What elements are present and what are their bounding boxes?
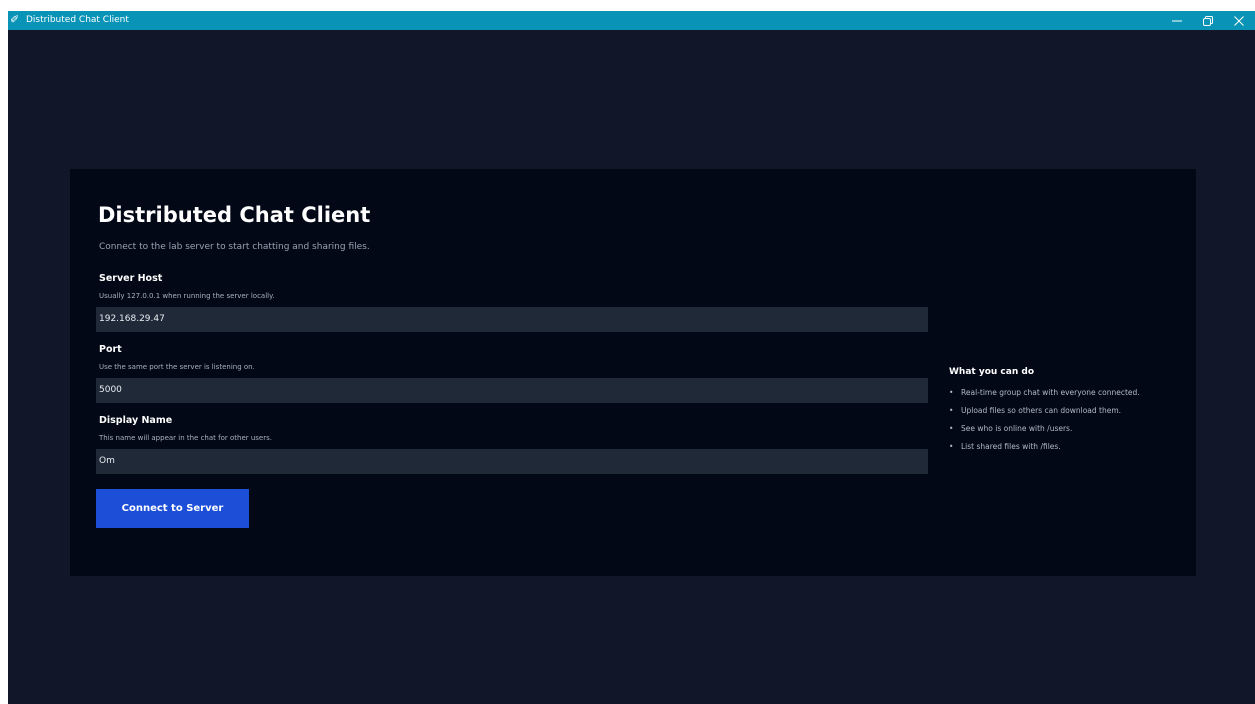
info-title: What you can do — [949, 367, 1035, 377]
title-bar[interactable]: ✐ Distributed Chat Client — [8, 11, 1255, 30]
display-name-label: Display Name — [99, 415, 173, 426]
list-item: • See who is online with /users. — [949, 423, 1140, 441]
connect-button[interactable]: Connect to Server — [96, 489, 249, 528]
feature-list: • Real-time group chat with everyone conn… — [949, 387, 1140, 459]
server-host-label: Server Host — [99, 273, 163, 284]
minimize-icon — [1172, 20, 1182, 21]
bullet-icon: • — [949, 442, 954, 451]
app-window: ✐ Distributed Chat Client Distributed Ch… — [8, 11, 1255, 704]
list-item-text: Real-time group chat with everyone conne… — [961, 388, 1140, 397]
list-item: • Upload files so others can download the… — [949, 405, 1140, 423]
restore-icon — [1203, 15, 1213, 26]
connect-card: Distributed Chat Client Connect to the l… — [70, 169, 1196, 576]
port-input[interactable] — [96, 378, 928, 403]
list-item-text: List shared files with /files. — [961, 442, 1061, 451]
server-host-input[interactable] — [96, 307, 928, 332]
list-item: • List shared files with /files. — [949, 441, 1140, 459]
bullet-icon: • — [949, 424, 954, 433]
minimize-button[interactable] — [1162, 11, 1192, 30]
bullet-icon: • — [949, 388, 954, 397]
feather-icon: ✐ — [10, 13, 20, 26]
list-item-text: See who is online with /users. — [961, 424, 1073, 433]
bullet-icon: • — [949, 406, 954, 415]
display-name-help: This name will appear in the chat for ot… — [99, 434, 272, 442]
restore-button[interactable] — [1193, 11, 1223, 30]
close-button[interactable] — [1224, 11, 1254, 30]
port-label: Port — [99, 344, 122, 355]
list-item: • Real-time group chat with everyone conn… — [949, 387, 1140, 405]
display-name-input[interactable] — [96, 449, 928, 474]
port-help: Use the same port the server is listenin… — [99, 363, 255, 371]
page-title: Distributed Chat Client — [98, 203, 371, 227]
page-subtitle: Connect to the lab server to start chatt… — [99, 242, 370, 252]
list-item-text: Upload files so others can download them… — [961, 406, 1122, 415]
window-title: Distributed Chat Client — [26, 15, 129, 25]
close-icon — [1234, 15, 1244, 26]
server-host-help: Usually 127.0.0.1 when running the serve… — [99, 292, 275, 300]
